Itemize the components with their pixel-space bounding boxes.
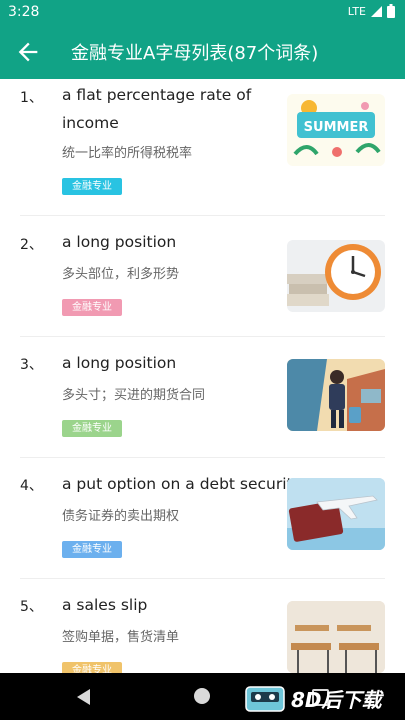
category-tag[interactable]: 金融专业 (62, 299, 122, 316)
item-term: a put option on a debt security (62, 475, 302, 493)
passport-airplane-thumbnail (287, 478, 385, 550)
list-item[interactable]: 4、 a put option on a debt security 债务证券的… (0, 458, 405, 578)
term-list: 1、 a flat percentage rate of income 统一比率… (0, 79, 405, 673)
item-meaning: 统一比率的所得税税率 (62, 146, 193, 161)
category-tag[interactable]: 金融专业 (62, 541, 122, 558)
status-time: 3:28 (8, 4, 40, 20)
classroom-desks-thumbnail (287, 601, 385, 673)
category-tag[interactable]: 金融专业 (62, 178, 122, 195)
signal-icon (371, 5, 382, 17)
nav-back-icon[interactable] (77, 689, 91, 705)
category-tag[interactable]: 金融专业 (62, 662, 122, 673)
network-type: LTE (347, 4, 366, 18)
watermark: 8D后下载 (245, 684, 382, 713)
item-term: a long position (62, 354, 177, 372)
page-title: 金融专业A字母列表(87个词条) (71, 43, 319, 64)
summer-illustration-thumbnail: SUMMER (287, 94, 385, 166)
item-number: 2、 (20, 237, 43, 253)
item-term: a flat percentage rate of income (62, 86, 252, 132)
status-icons: LTE (348, 4, 395, 18)
list-item[interactable]: 3、 a long position 多头寸；买进的期货合同 金融专业 (0, 337, 405, 457)
traveler-illustration-thumbnail (287, 359, 385, 431)
item-number: 4、 (20, 478, 43, 494)
list-item[interactable]: 5、 a sales slip 签购单据，售货清单 金融专业 (0, 579, 405, 673)
item-number: 5、 (20, 599, 43, 615)
clock-and-books-thumbnail (287, 240, 385, 312)
item-number: 1、 (20, 90, 43, 106)
nav-home-icon[interactable] (194, 688, 210, 704)
list-item[interactable]: 2、 a long position 多头部位，利多形势 金融专业 (0, 216, 405, 336)
back-arrow-icon[interactable] (14, 38, 42, 66)
cassette-logo-icon (245, 685, 285, 712)
svg-text:SUMMER: SUMMER (304, 120, 369, 135)
item-meaning: 签购单据，售货清单 (62, 630, 180, 645)
app-bar: 金融专业A字母列表(87个词条) (0, 24, 405, 79)
battery-icon (387, 4, 395, 18)
category-tag[interactable]: 金融专业 (62, 420, 122, 437)
item-term: a long position (62, 233, 177, 251)
watermark-text: 8D后下载 (291, 688, 382, 712)
item-number: 3、 (20, 357, 43, 373)
item-meaning: 多头寸；买进的期货合同 (62, 388, 206, 403)
item-meaning: 多头部位，利多形势 (62, 267, 180, 282)
list-item[interactable]: 1、 a flat percentage rate of income 统一比率… (0, 79, 405, 215)
item-term: a sales slip (62, 596, 148, 614)
status-bar: 3:28 LTE (0, 0, 405, 24)
item-meaning: 债务证券的卖出期权 (62, 509, 180, 524)
